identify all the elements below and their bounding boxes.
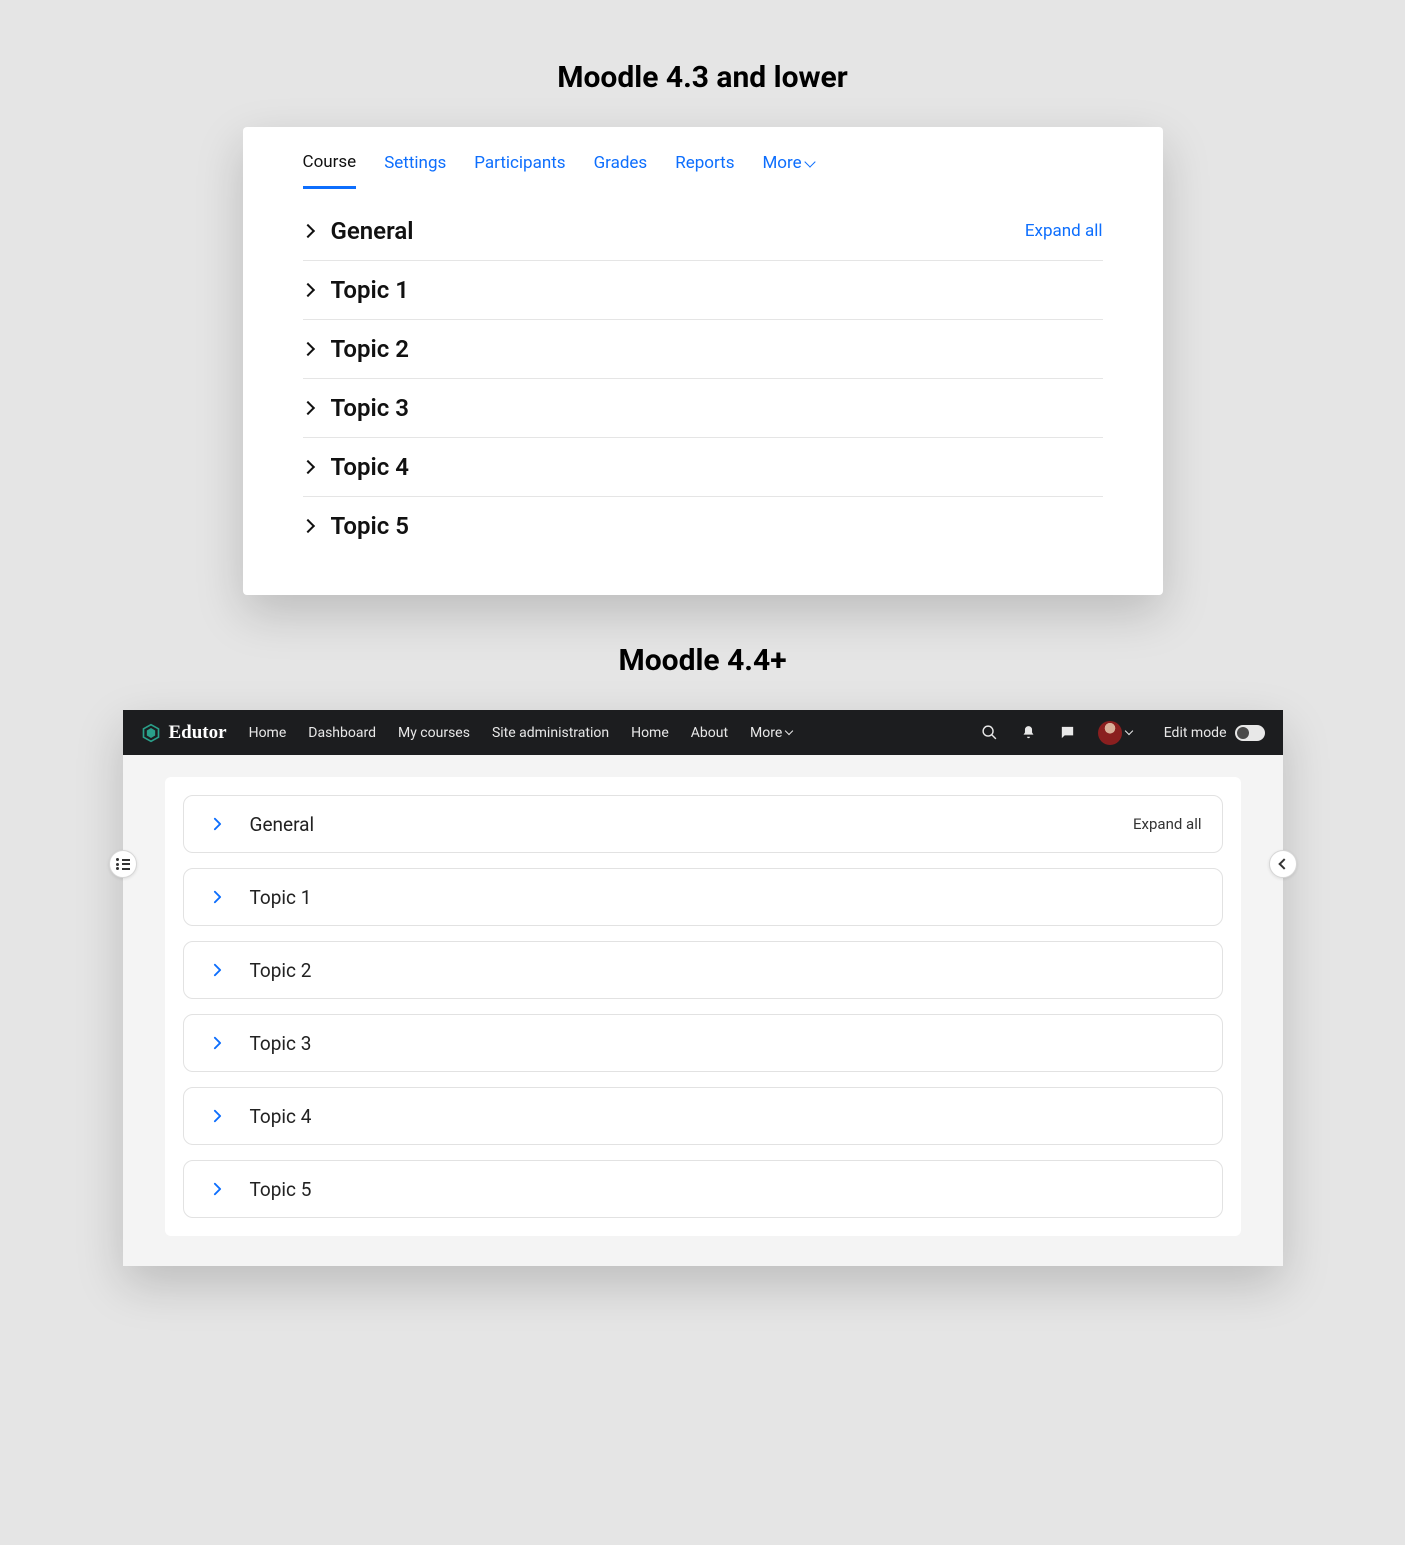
chevron-right-icon (213, 1109, 222, 1123)
section-title: Topic 3 (250, 1032, 312, 1055)
chevron-down-icon (1124, 727, 1132, 735)
section-row[interactable]: Topic 5 (303, 497, 1103, 555)
nav-site-administration[interactable]: Site administration (492, 725, 609, 741)
nav-label: Dashboard (308, 725, 376, 741)
drawer-toggle-left[interactable] (109, 850, 137, 878)
chat-icon[interactable] (1059, 724, 1076, 741)
chevron-right-icon (213, 1036, 222, 1050)
chevron-down-icon (785, 727, 793, 735)
section-card[interactable]: Topic 4 (183, 1087, 1223, 1145)
section-title: Topic 3 (331, 394, 409, 422)
section-toggle[interactable] (204, 810, 232, 838)
nav-my-courses[interactable]: My courses (398, 725, 470, 741)
tab-label: Grades (594, 153, 648, 173)
section-row[interactable]: Topic 1 (303, 261, 1103, 320)
panel-moodle-43: Course Settings Participants Grades Reports M… (243, 127, 1163, 595)
chevron-right-icon (300, 460, 314, 474)
chevron-right-icon (300, 283, 314, 297)
nav-home[interactable]: Home (249, 725, 287, 741)
tab-grades[interactable]: Grades (594, 143, 648, 187)
course-tabs: Course Settings Participants Grades Reports M… (303, 127, 1103, 189)
chevron-right-icon (213, 963, 222, 977)
section-toggle[interactable] (204, 1029, 232, 1057)
section-toggle[interactable] (204, 956, 232, 984)
edit-mode-label: Edit mode (1164, 725, 1227, 741)
nav-label: About (691, 725, 728, 741)
tab-more[interactable]: More (762, 143, 813, 187)
section-title: Topic 4 (331, 453, 409, 481)
avatar-icon (1098, 721, 1122, 745)
nav-label: Site administration (492, 725, 609, 741)
section-title: Topic 1 (250, 886, 312, 909)
section-toggle[interactable] (204, 1175, 232, 1203)
tab-label: Settings (384, 153, 446, 173)
chevron-right-icon (300, 519, 314, 533)
section-title: Topic 5 (331, 512, 409, 540)
navbar: Edutor Home Dashboard My courses Site admin… (123, 710, 1283, 755)
tab-participants[interactable]: Participants (474, 143, 565, 187)
chevron-down-icon (804, 156, 815, 167)
nav-more[interactable]: More (750, 725, 792, 741)
heading-panel44: Moodle 4.4+ (0, 643, 1405, 678)
chevron-right-icon (300, 224, 314, 238)
section-title: General (250, 813, 315, 836)
panel-moodle-44: Edutor Home Dashboard My courses Site admin… (123, 710, 1283, 1266)
nav-label: My courses (398, 725, 470, 741)
section-row[interactable]: Topic 3 (303, 379, 1103, 438)
expand-all-link[interactable]: Expand all (1025, 221, 1103, 241)
nav-links: Home Dashboard My courses Site administrati… (249, 725, 793, 741)
section-toggle[interactable] (204, 883, 232, 911)
tab-settings[interactable]: Settings (384, 143, 446, 187)
section-title: Topic 4 (250, 1105, 312, 1128)
section-card[interactable]: General Expand all (183, 795, 1223, 853)
nav-label: More (750, 725, 782, 741)
tab-course[interactable]: Course (303, 142, 357, 189)
section-row[interactable]: Topic 2 (303, 320, 1103, 379)
drawer-toggle-right[interactable] (1269, 850, 1297, 878)
section-title: Topic 1 (331, 276, 409, 304)
heading-panel43: Moodle 4.3 and lower (0, 60, 1405, 95)
search-icon[interactable] (981, 724, 998, 741)
bell-icon[interactable] (1020, 724, 1037, 741)
nav-label: Home (249, 725, 287, 741)
user-menu[interactable] (1098, 721, 1132, 745)
chevron-right-icon (213, 890, 222, 904)
brand[interactable]: Edutor (141, 722, 227, 744)
tab-label: Course (303, 152, 357, 172)
section-card[interactable]: Topic 2 (183, 941, 1223, 999)
nav-about[interactable]: About (691, 725, 728, 741)
chevron-right-icon (300, 342, 314, 356)
brand-logo-icon (141, 723, 161, 743)
edit-mode-toggle-group: Edit mode (1164, 725, 1265, 741)
chevron-right-icon (213, 1182, 222, 1196)
section-list: General Expand all Topic 1 Topic 2 Topic 3 To… (303, 217, 1103, 555)
chevron-right-icon (300, 401, 314, 415)
tab-label: More (762, 153, 801, 173)
tab-label: Participants (474, 153, 565, 173)
nav-home[interactable]: Home (631, 725, 669, 741)
section-card[interactable]: Topic 1 (183, 868, 1223, 926)
edit-mode-toggle[interactable] (1235, 725, 1265, 741)
list-icon (116, 858, 130, 870)
section-title: Topic 2 (250, 959, 312, 982)
section-toggle[interactable] (204, 1102, 232, 1130)
nav-label: Home (631, 725, 669, 741)
section-title: Topic 2 (331, 335, 409, 363)
brand-name: Edutor (169, 722, 227, 744)
section-row[interactable]: Topic 4 (303, 438, 1103, 497)
nav-dashboard[interactable]: Dashboard (308, 725, 376, 741)
panel44-body: General Expand all Topic 1 Topic 2 Topic 3 To… (123, 755, 1283, 1266)
tab-label: Reports (675, 153, 734, 173)
section-card[interactable]: Topic 3 (183, 1014, 1223, 1072)
tab-reports[interactable]: Reports (675, 143, 734, 187)
chevron-right-icon (213, 817, 222, 831)
section-title: General (331, 217, 414, 245)
expand-all-link[interactable]: Expand all (1133, 815, 1201, 833)
section-title: Topic 5 (250, 1178, 312, 1201)
section-card-list: General Expand all Topic 1 Topic 2 Topic 3 To… (165, 777, 1241, 1236)
chevron-left-icon (1278, 858, 1289, 869)
section-card[interactable]: Topic 5 (183, 1160, 1223, 1218)
section-row[interactable]: General Expand all (303, 217, 1103, 261)
